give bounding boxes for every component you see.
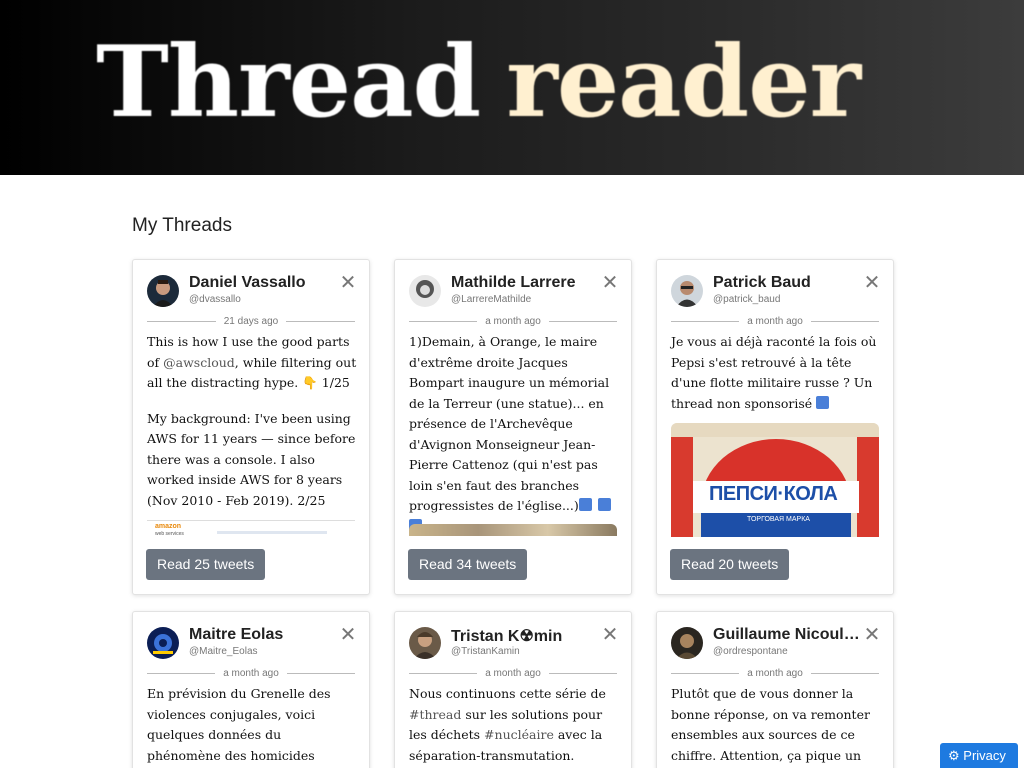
read-tweets-button[interactable]: Read 25 tweets xyxy=(146,549,266,580)
author-name[interactable]: Patrick Baud xyxy=(713,274,863,292)
thread-card[interactable]: Maitre Eolas @Maitre_Eolas ✕ a month ago… xyxy=(132,611,370,768)
close-icon[interactable]: ✕ xyxy=(339,273,357,293)
hashtag-link[interactable]: #thread xyxy=(409,707,461,722)
pepsi-sublabel: ТОРГОВАЯ МАРКА xyxy=(747,516,810,523)
thread-image[interactable]: amazon web services xyxy=(147,520,355,538)
close-icon[interactable]: ✕ xyxy=(601,273,619,293)
divider xyxy=(409,320,478,322)
thread-text: 1)Demain, à Orange, le maire d'extrême d… xyxy=(409,332,619,552)
close-icon[interactable]: ✕ xyxy=(863,273,881,293)
pepsi-label: ПЕПСИ·КОЛА xyxy=(709,483,838,505)
author-name[interactable]: Maitre Eolas xyxy=(189,626,339,644)
timestamp: a month ago xyxy=(223,667,279,679)
thread-text: Nous continuons cette série de #thread s… xyxy=(409,686,606,763)
timestamp-row: a month ago xyxy=(147,666,356,680)
close-icon[interactable]: ✕ xyxy=(339,625,357,645)
author-handle[interactable]: @dvassallo xyxy=(189,294,241,305)
divider xyxy=(409,672,478,674)
read-tweets-button[interactable]: Read 20 tweets xyxy=(670,549,790,580)
avatar[interactable] xyxy=(147,627,179,659)
divider xyxy=(810,672,880,674)
close-icon[interactable]: ✕ xyxy=(863,625,881,645)
page-title: My Threads xyxy=(132,215,232,236)
thread-card[interactable]: Daniel Vassallo @dvassallo ✕ 21 days ago… xyxy=(132,259,370,595)
aws-logo-sub: web services xyxy=(155,531,184,537)
timestamp: a month ago xyxy=(747,667,803,679)
privacy-label: Privacy xyxy=(963,748,1006,763)
timestamp-row: a month ago xyxy=(409,314,618,328)
aws-logo: amazon xyxy=(155,523,182,530)
nav-bar-graphic xyxy=(217,531,327,534)
timestamp: 21 days ago xyxy=(223,315,279,327)
timestamp: a month ago xyxy=(747,315,803,327)
thread-card[interactable]: Tristan K☢min @TristanKamin ✕ a month ag… xyxy=(394,611,632,768)
divider xyxy=(810,320,880,322)
divider xyxy=(548,320,618,322)
timestamp-row: a month ago xyxy=(671,314,880,328)
arrow-down-icon xyxy=(597,498,611,511)
avatar[interactable] xyxy=(671,627,703,659)
thread-image[interactable] xyxy=(409,524,617,536)
avatar[interactable] xyxy=(147,275,179,307)
divider xyxy=(671,320,740,322)
close-icon[interactable]: ✕ xyxy=(601,625,619,645)
timestamp: a month ago xyxy=(485,315,541,327)
mention-link[interactable]: @awscloud xyxy=(163,355,235,370)
timestamp-row: a month ago xyxy=(671,666,880,680)
pointing-down-icon: 👇 xyxy=(302,375,318,390)
thread-card[interactable]: Patrick Baud @patrick_baud ✕ a month ago… xyxy=(656,259,894,595)
author-handle[interactable]: @Maitre_Eolas xyxy=(189,646,258,657)
timestamp: a month ago xyxy=(485,667,541,679)
author-name[interactable]: Daniel Vassallo xyxy=(189,274,339,292)
divider xyxy=(548,672,618,674)
divider xyxy=(286,672,356,674)
divider xyxy=(147,672,216,674)
thread-card[interactable]: Guillaume Nicoulaud @ordrespontane ✕ a m… xyxy=(656,611,894,768)
arrow-down-icon xyxy=(816,395,830,409)
image-red-band xyxy=(857,437,879,537)
header-banner: Thread reader xyxy=(0,0,1024,175)
author-handle[interactable]: @TristanKamin xyxy=(451,646,520,657)
privacy-button[interactable]: ⚙ Privacy xyxy=(940,743,1018,768)
avatar[interactable] xyxy=(409,627,441,659)
image-red-band xyxy=(671,437,693,537)
author-name[interactable]: Mathilde Larrere xyxy=(451,274,601,292)
timestamp-row: 21 days ago xyxy=(147,314,355,328)
avatar[interactable] xyxy=(671,275,703,307)
thread-text: Je vous ai déjà raconté la fois où Pepsi… xyxy=(671,334,877,411)
author-name[interactable]: Guillaume Nicoulaud xyxy=(713,626,863,644)
hashtag-link[interactable]: #nucléaire xyxy=(484,727,554,742)
read-tweets-button[interactable]: Read 34 tweets xyxy=(408,549,528,580)
divider xyxy=(671,672,740,674)
thread-text: Plutôt que de vous donner la bonne répon… xyxy=(671,686,870,763)
author-handle[interactable]: @patrick_baud xyxy=(713,294,780,305)
thread-text: En prévision du Grenelle des violences c… xyxy=(147,686,331,763)
thread-text: This is how I use the good parts of @aws… xyxy=(147,334,357,508)
thread-card[interactable]: Mathilde Larrere @LarrereMathilde ✕ a mo… xyxy=(394,259,632,595)
timestamp-row: a month ago xyxy=(409,666,618,680)
thread-image[interactable]: ПЕПСИ·КОЛА ТОРГОВАЯ МАРКА xyxy=(671,423,879,537)
avatar[interactable] xyxy=(409,275,441,307)
author-handle[interactable]: @LarrereMathilde xyxy=(451,294,531,305)
author-handle[interactable]: @ordrespontane xyxy=(713,646,788,657)
gear-icon: ⚙ xyxy=(948,748,960,763)
divider xyxy=(286,320,355,322)
divider xyxy=(147,320,216,322)
author-name[interactable]: Tristan K☢min xyxy=(451,626,601,646)
image-header-strip xyxy=(671,423,879,437)
site-logo[interactable]: Thread reader xyxy=(96,8,861,158)
arrow-down-icon xyxy=(578,498,592,511)
